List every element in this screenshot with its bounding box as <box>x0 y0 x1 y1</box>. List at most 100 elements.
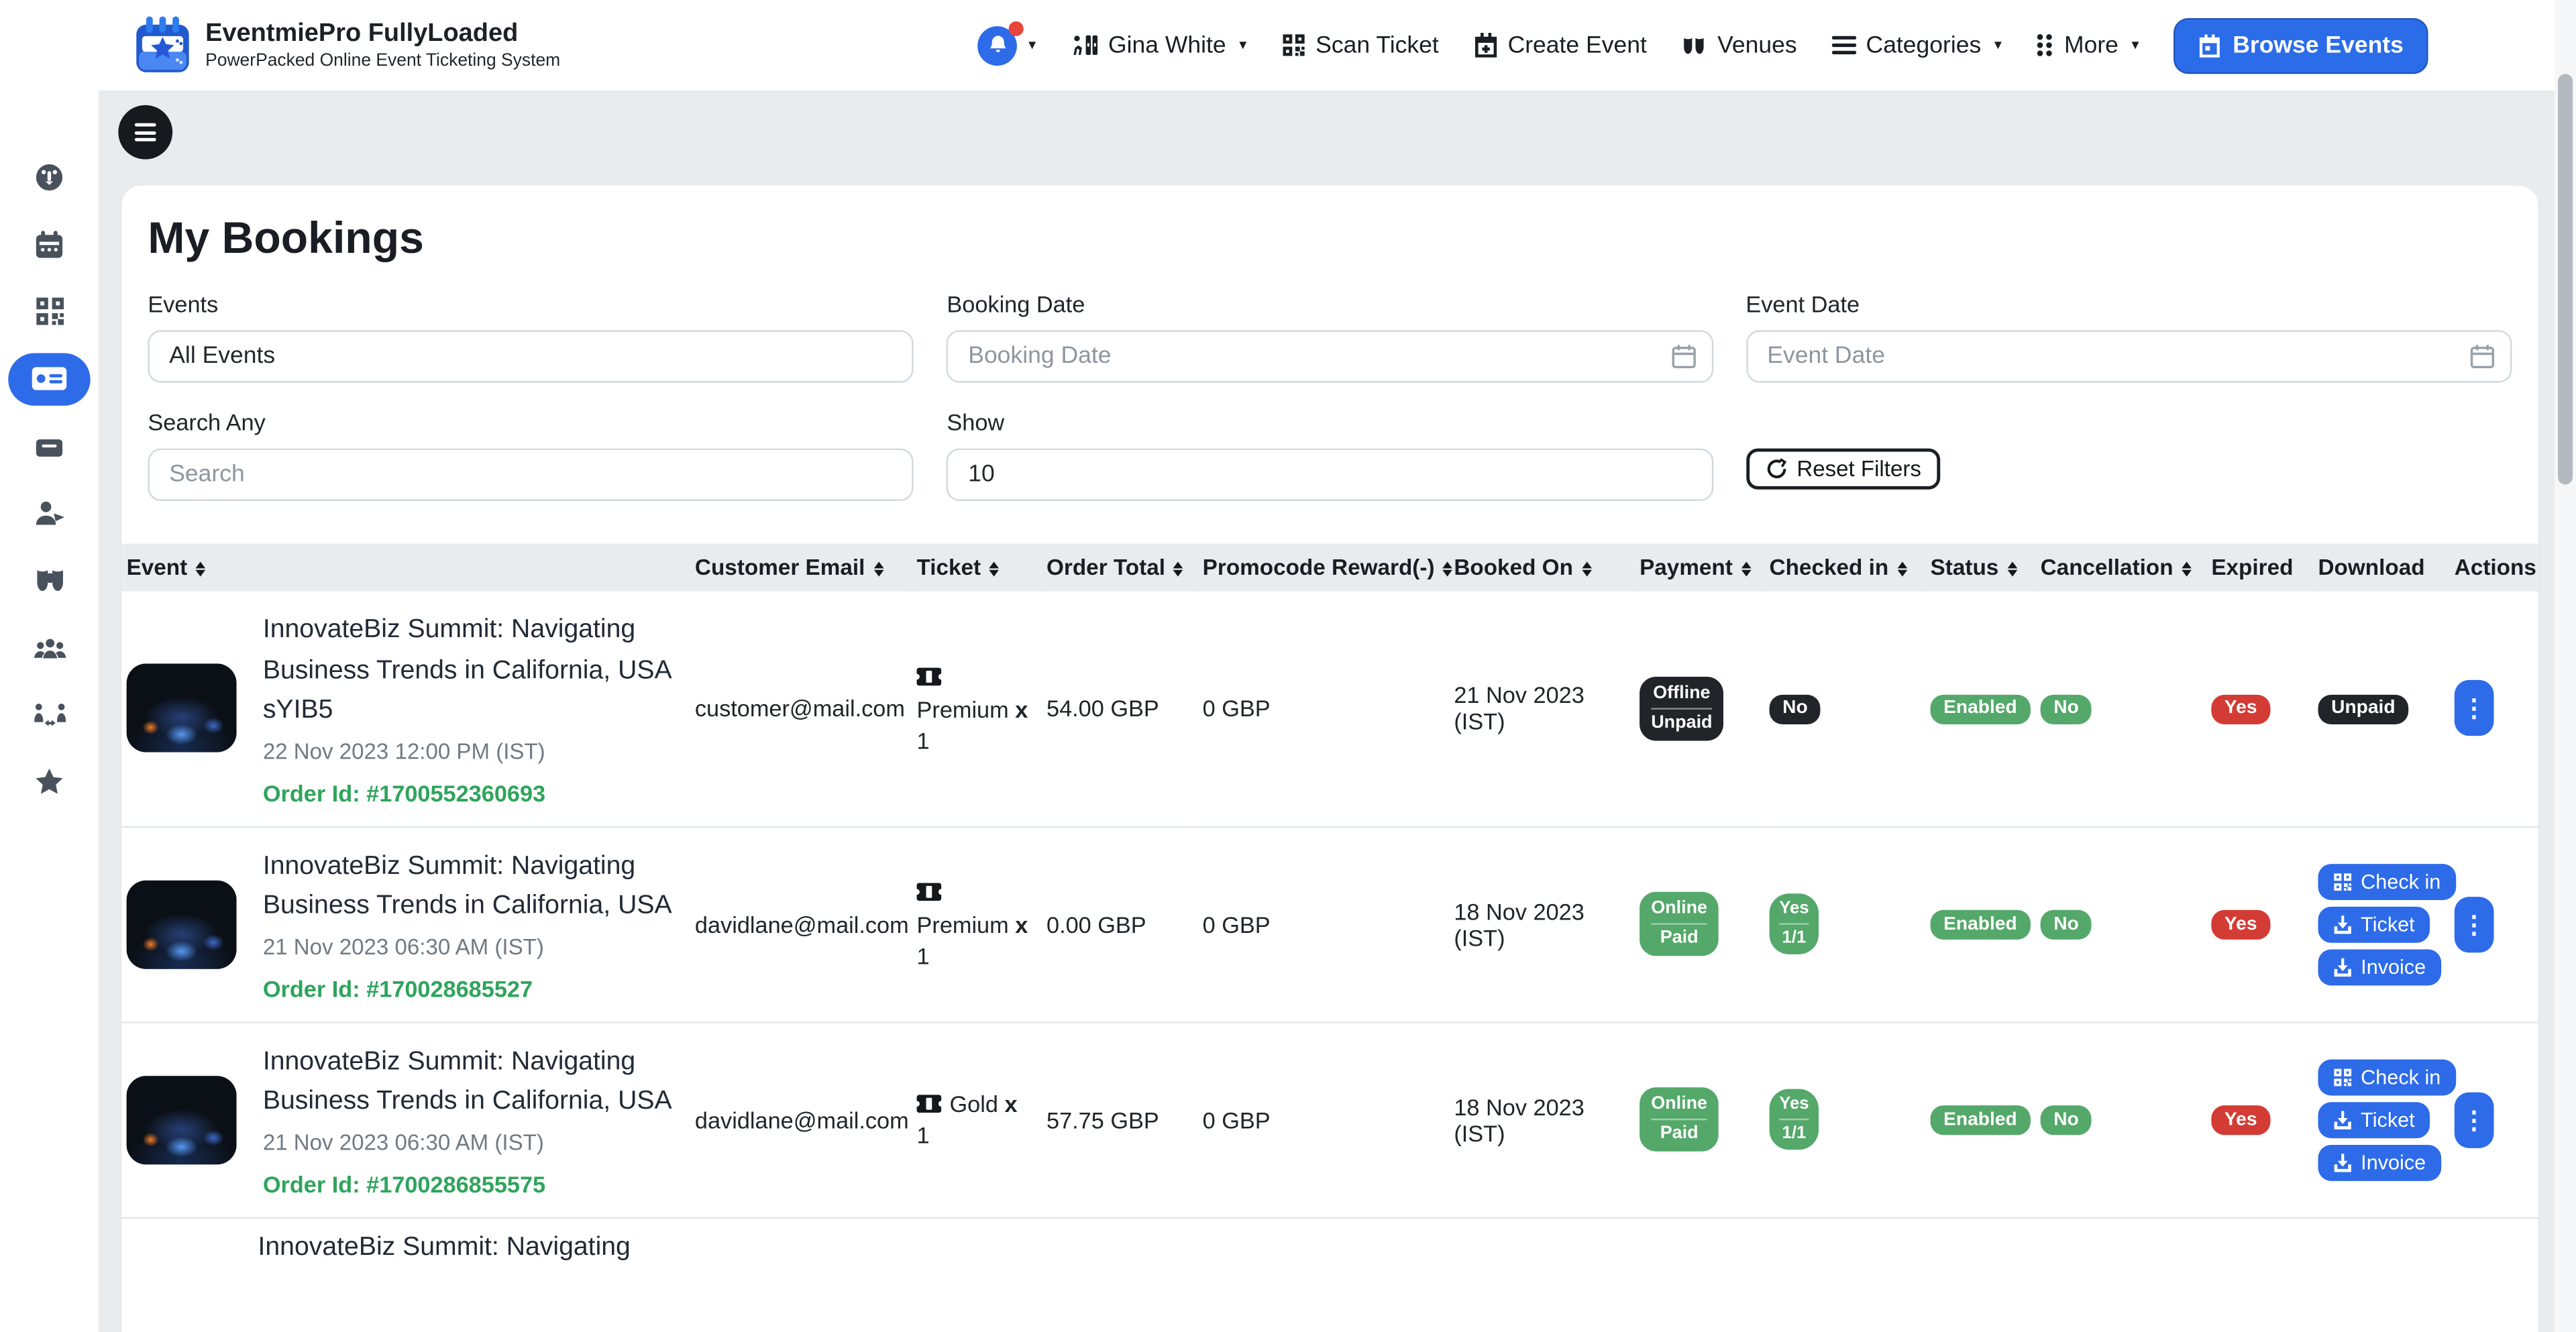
refresh-icon <box>1766 458 1787 480</box>
brand-subtitle: PowerPacked Online Event Ticketing Syste… <box>205 50 560 72</box>
brand-logo-icon <box>131 14 194 76</box>
check-in-button[interactable]: Check in <box>2318 863 2456 899</box>
order-id: Order Id: #1700286855575 <box>263 1170 677 1197</box>
reset-filter-cell: Reset Filters <box>1746 409 2512 501</box>
search-label: Search Any <box>148 409 914 435</box>
sort-icon <box>2007 561 2017 577</box>
search-filter: Search Any <box>148 409 914 501</box>
booked-on: 18 Nov 2023 (IST) <box>1454 897 1584 950</box>
nav-more[interactable]: More ▾ <box>2036 32 2139 58</box>
col-ticket[interactable]: Ticket <box>912 544 1041 592</box>
sidebar-item-scan[interactable] <box>0 278 99 345</box>
event-title-link[interactable]: InnovateBiz Summit: Navigating Business … <box>263 611 677 732</box>
brand-title: EventmiePro FullyLoaded <box>205 19 560 50</box>
col-customer-email[interactable]: Customer Email <box>690 544 912 592</box>
download-ticket-button[interactable]: Ticket <box>2318 1101 2430 1137</box>
active-pill <box>8 352 90 404</box>
qr-scan-icon <box>34 296 65 327</box>
sidebar-item-venues[interactable] <box>0 547 99 614</box>
event-date-filter: Event Date <box>1746 290 2512 382</box>
download-invoice-button[interactable]: Invoice <box>2318 948 2441 985</box>
booked-on: 18 Nov 2023 (IST) <box>1454 1093 1584 1146</box>
nav-venues[interactable]: Venues <box>1681 32 1796 58</box>
row-actions-button[interactable]: ⋮ <box>2455 1091 2494 1147</box>
events-select[interactable]: All Events <box>148 330 914 382</box>
brand[interactable]: EventmiePro FullyLoaded PowerPacked Onli… <box>131 14 560 76</box>
event-title-link[interactable]: InnovateBiz Summit: Navigating Business … <box>263 1042 677 1123</box>
booked-on: 21 Nov 2023 (IST) <box>1454 682 1584 734</box>
download-invoice-button[interactable]: Invoice <box>2318 1144 2441 1180</box>
bookings-table: Event Customer Email Ticket Order Total … <box>121 544 2538 1268</box>
order-total: 0.00 GBP <box>1046 911 1146 937</box>
user-menu[interactable]: Gina White ▾ <box>1071 32 1247 58</box>
booking-date-label: Booking Date <box>947 290 1713 317</box>
row-actions-button[interactable]: ⋮ <box>2455 680 2494 736</box>
col-payment[interactable]: Payment <box>1635 544 1764 592</box>
sort-icon <box>196 561 206 577</box>
nav-categories[interactable]: Categories ▾ <box>1831 32 2002 58</box>
event-thumbnail[interactable] <box>127 1075 237 1164</box>
reset-filters-button[interactable]: Reset Filters <box>1746 449 1941 490</box>
booking-date-input[interactable] <box>947 330 1713 382</box>
notification-dot <box>1009 21 1024 36</box>
promocode-reward: 0 GBP <box>1203 696 1271 722</box>
download-unpaid-badge: Unpaid <box>2318 695 2409 725</box>
ticket-icon <box>917 663 1035 689</box>
sidebar-item-reviews[interactable] <box>0 749 99 816</box>
browse-events-button[interactable]: Browse Events <box>2174 17 2428 73</box>
col-booked-on[interactable]: Booked On <box>1449 544 1635 592</box>
event-thumbnail[interactable] <box>127 879 237 968</box>
check-in-button[interactable]: Check in <box>2318 1058 2456 1095</box>
col-cancellation[interactable]: Cancellation <box>2035 544 2206 592</box>
show-input[interactable] <box>947 449 1713 501</box>
payment-badge: OnlinePaid <box>1640 1087 1719 1152</box>
page-scrollbar <box>2555 0 2576 1332</box>
event-date-input[interactable] <box>1746 330 2512 382</box>
expired-badge: Yes <box>2211 1106 2270 1136</box>
sort-icon <box>873 561 883 577</box>
download-ticket-button[interactable]: Ticket <box>2318 906 2430 942</box>
sort-icon <box>1173 561 1183 577</box>
event-datetime: 21 Nov 2023 06:30 AM (IST) <box>263 1129 677 1154</box>
table-row: InnovateBiz Summit: Navigating Business … <box>121 1021 2538 1217</box>
col-promocode[interactable]: Promocode Reward(-) <box>1197 544 1449 592</box>
sidebar-item-wallet[interactable] <box>0 412 99 480</box>
sidebar-toggle-button[interactable] <box>118 105 172 160</box>
download-icon <box>2333 914 2353 934</box>
nav-scan-ticket[interactable]: Scan Ticket <box>1281 32 1439 58</box>
sidebar-item-dashboard[interactable] <box>0 143 99 210</box>
chevron-down-icon: ▾ <box>2132 36 2139 54</box>
col-event[interactable]: Event <box>121 544 690 592</box>
sidebar-item-groups[interactable] <box>0 614 99 681</box>
sidebar-item-customers[interactable] <box>0 480 99 547</box>
sidebar-item-events[interactable] <box>0 210 99 277</box>
wallet-icon <box>33 429 66 462</box>
organizer-icon <box>1071 33 1099 58</box>
event-title-link[interactable]: InnovateBiz Summit: Navigating <box>258 1218 2538 1268</box>
cancellation-badge: No <box>2041 1106 2092 1136</box>
cancellation-badge: No <box>2041 695 2092 725</box>
col-checked-in[interactable]: Checked in <box>1764 544 1925 592</box>
notifications-button[interactable]: ▾ <box>977 25 1036 65</box>
row-actions-button[interactable]: ⋮ <box>2455 896 2494 952</box>
cancellation-badge: No <box>2041 910 2092 940</box>
checked-in-badge: Yes1/1 <box>1770 894 1819 954</box>
col-actions: Actions <box>2449 544 2538 592</box>
col-order-total[interactable]: Order Total <box>1042 544 1198 592</box>
sort-icon <box>989 561 999 577</box>
calendar-plus-icon <box>1473 33 1498 58</box>
event-thumbnail[interactable] <box>127 664 237 753</box>
status-badge: Enabled <box>1931 1106 2031 1136</box>
search-input[interactable] <box>148 449 914 501</box>
nav-create-event[interactable]: Create Event <box>1473 32 1647 58</box>
scrollbar-thumb[interactable] <box>2558 74 2573 484</box>
table-row-partial: InnovateBiz Summit: Navigating <box>121 1217 2538 1268</box>
download-icon <box>2333 1152 2353 1172</box>
promocode-reward: 0 GBP <box>1203 1106 1271 1132</box>
sidebar-item-bookings-active[interactable] <box>0 345 99 412</box>
col-status[interactable]: Status <box>1925 544 2035 592</box>
expired-badge: Yes <box>2211 910 2270 940</box>
order-id: Order Id: #1700552360693 <box>263 779 677 806</box>
event-title-link[interactable]: InnovateBiz Summit: Navigating Business … <box>263 846 677 927</box>
sidebar-item-affiliates[interactable] <box>0 681 99 748</box>
